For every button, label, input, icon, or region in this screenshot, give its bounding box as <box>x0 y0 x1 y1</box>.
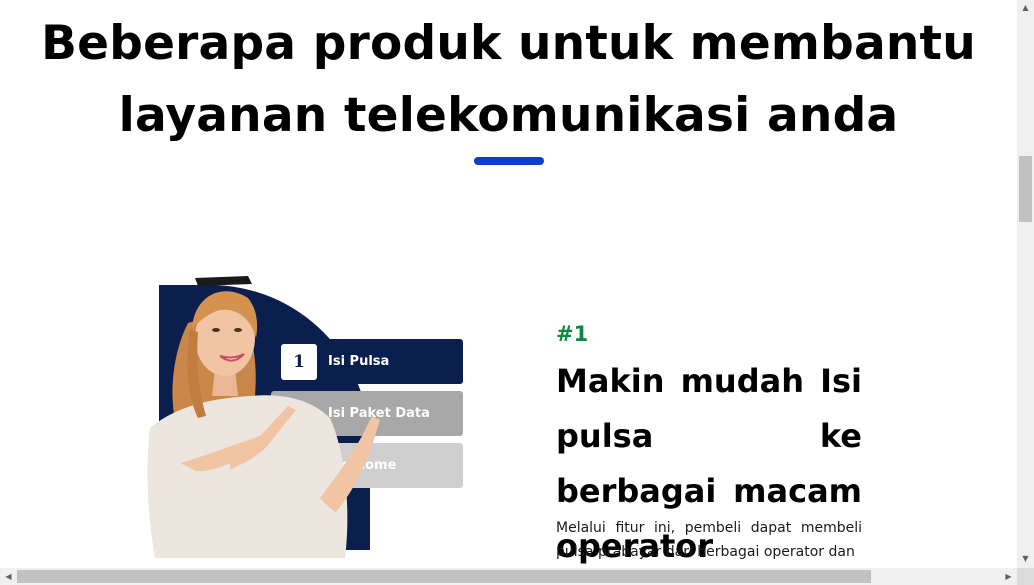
scroll-down-icon[interactable]: ▼ <box>1017 554 1034 564</box>
scrollbar-corner <box>1017 568 1034 585</box>
feature-description: Melalui fitur ini, pembeli dapat membeli… <box>556 520 862 560</box>
scroll-up-icon[interactable]: ▲ <box>1017 3 1034 13</box>
page-viewport: Beberapa produk untuk membantu layanan t… <box>0 0 1017 568</box>
scroll-right-icon[interactable]: ▶ <box>1000 572 1017 582</box>
vertical-scrollbar[interactable] <box>1017 0 1034 568</box>
scroll-left-icon[interactable]: ◀ <box>0 572 17 582</box>
woman-pointing-image <box>147 276 380 558</box>
section-heading-line-1: Beberapa produk untuk membantu <box>41 16 976 71</box>
section-heading-line-2: layanan telekomunikasi anda <box>118 88 899 143</box>
section-heading: Beberapa produk untuk membantu layanan t… <box>0 8 1017 152</box>
vertical-scroll-thumb[interactable] <box>1019 156 1032 222</box>
product-illustration: 1 Isi Pulsa Isi Paket Data Indihome <box>140 268 480 558</box>
feature-number: #1 <box>556 322 589 346</box>
heading-underline-accent <box>474 157 544 165</box>
horizontal-scroll-thumb[interactable] <box>17 570 871 583</box>
